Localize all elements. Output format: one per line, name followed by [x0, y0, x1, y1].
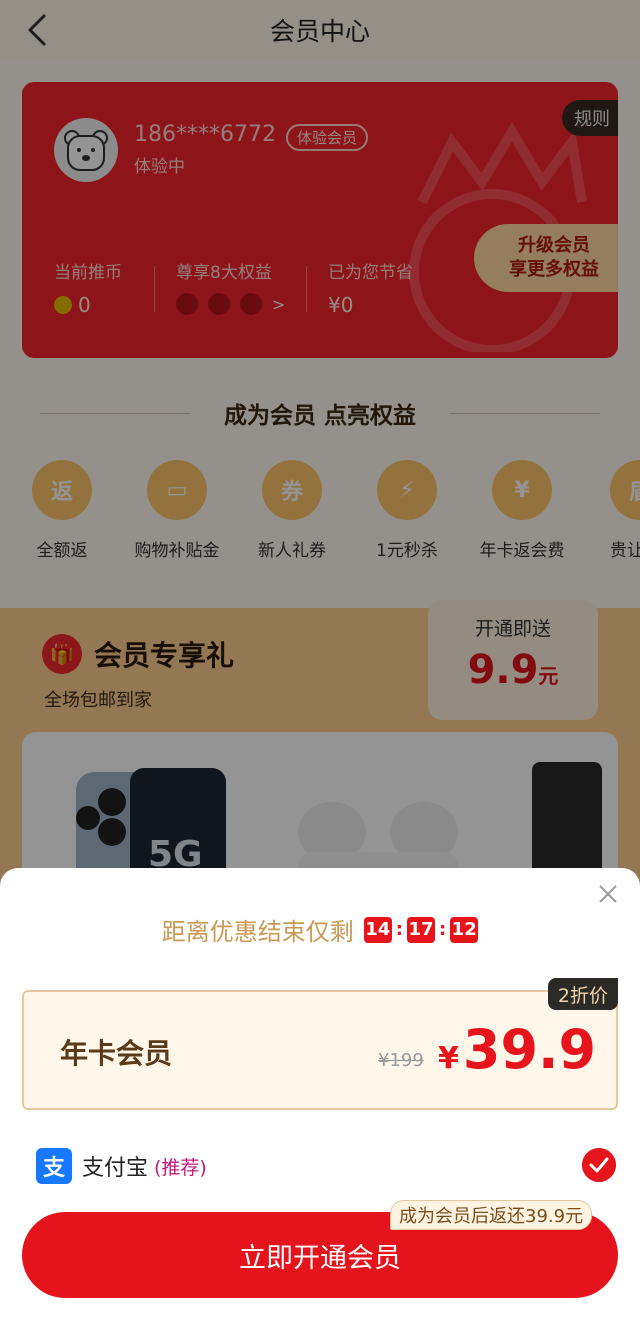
payment-method-label: 支付宝	[82, 1156, 149, 1181]
checkmark-icon[interactable]	[582, 1148, 616, 1182]
countdown-seconds: 12	[450, 916, 479, 943]
countdown-hours: 14	[363, 916, 392, 943]
alipay-icon: 支	[36, 1148, 72, 1184]
plan-option-annual[interactable]: 年卡会员 ¥199 ¥ 39.9 2折价	[22, 978, 618, 1110]
currency-symbol: ¥	[438, 1041, 459, 1076]
discount-badge: 2折价	[547, 978, 618, 1010]
cashback-tip: 成为会员后返还39.9元	[390, 1200, 593, 1230]
countdown-minutes: 17	[407, 916, 435, 943]
countdown: 距离优惠结束仅剩 14 : 17 : 12	[0, 912, 640, 947]
payment-method-alipay[interactable]: 支 支付宝 (推荐)	[36, 1146, 616, 1186]
purchase-sheet: 距离优惠结束仅剩 14 : 17 : 12 年卡会员 ¥199 ¥ 39.9 2…	[0, 868, 640, 1328]
payment-recommend-tag: (推荐)	[154, 1156, 207, 1179]
original-price: ¥199	[378, 1050, 424, 1071]
countdown-text: 距离优惠结束仅剩	[161, 918, 354, 946]
plan-name: 年卡会员	[60, 1037, 173, 1070]
price-value: 39.9	[462, 1018, 597, 1081]
plan-price: ¥ 39.9	[438, 1018, 596, 1081]
close-icon[interactable]	[596, 882, 620, 906]
